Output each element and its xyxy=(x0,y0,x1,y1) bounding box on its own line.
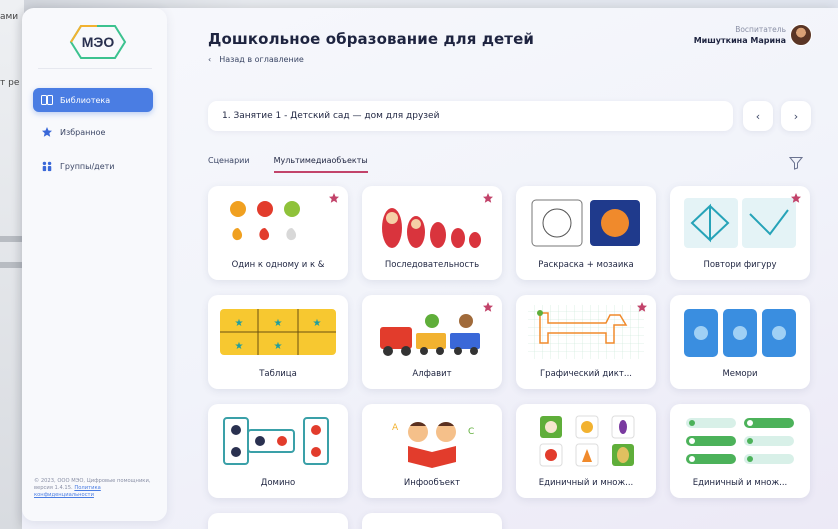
sidebar-item-library[interactable]: Библиотека xyxy=(33,88,153,112)
card-table[interactable]: ★ ★ ★ ★ ★ Таблица xyxy=(208,295,348,389)
card-title: Последовательность xyxy=(384,260,480,270)
table-illustration: ★ ★ ★ ★ ★ xyxy=(220,309,336,355)
filter-icon[interactable] xyxy=(789,156,803,170)
card-single-multiple-2[interactable]: Единичный и множ... xyxy=(670,404,810,498)
tab-multimedia[interactable]: Мультимедиаобъекты xyxy=(273,156,368,173)
favorite-star-icon[interactable] xyxy=(636,301,648,313)
background-text: т ре xyxy=(0,78,20,88)
card-sequence[interactable]: Последовательность xyxy=(362,186,502,280)
page-title: Дошкольное образование для детей xyxy=(208,30,534,48)
card-title: Мемори xyxy=(722,369,758,379)
next-lesson-button[interactable]: › xyxy=(781,101,811,131)
sidebar-item-favorites[interactable]: Избранное xyxy=(33,120,153,144)
sidebar: МЭО Библиотека Избранное Группы/дети © 2… xyxy=(22,8,167,521)
card-title: Повтори фигуру xyxy=(703,260,777,270)
back-link-label: Назад в оглавление xyxy=(219,55,304,64)
svg-text:★: ★ xyxy=(235,341,244,352)
tab-scenarios[interactable]: Сценарии xyxy=(208,156,250,173)
divider xyxy=(38,68,152,69)
chevron-left-icon: ‹ xyxy=(208,55,212,64)
vegetables-illustration xyxy=(539,415,635,467)
back-link[interactable]: ‹ Назад в оглавление xyxy=(208,55,304,64)
memory-cards-illustration xyxy=(684,309,796,357)
svg-text:A: A xyxy=(392,423,399,433)
group-icon xyxy=(41,160,53,172)
user-role: Воспитатель xyxy=(735,25,786,34)
logo[interactable]: МЭО xyxy=(67,24,129,60)
favorite-star-icon[interactable] xyxy=(482,301,494,313)
media-card-partial[interactable] xyxy=(208,513,348,529)
card-title: Графический дикт... xyxy=(540,369,632,379)
card-repeat-figure[interactable]: Повтори фигуру xyxy=(670,186,810,280)
svg-text:★: ★ xyxy=(274,318,283,329)
card-domino[interactable]: Домино xyxy=(208,404,348,498)
card-infoobject[interactable]: A C Инфообъект xyxy=(362,404,502,498)
sidebar-item-groups[interactable]: Группы/дети xyxy=(33,154,153,178)
card-coloring-mosaic[interactable]: Раскраска + мозаика xyxy=(516,186,656,280)
sidebar-item-label: Избранное xyxy=(60,127,106,137)
star-icon xyxy=(41,126,53,138)
lesson-select[interactable]: 1. Занятие 1 - Детский сад — дом для дру… xyxy=(208,101,733,131)
card-title: Раскраска + мозаика xyxy=(538,260,634,270)
svg-text:★: ★ xyxy=(235,318,244,329)
footer: © 2023, ООО МЭО, Цифровые помощники, вер… xyxy=(34,478,159,499)
background-divider xyxy=(0,262,24,268)
card-single-multiple-1[interactable]: Единичный и множ... xyxy=(516,404,656,498)
card-graphic-dictation[interactable]: Графический дикт... xyxy=(516,295,656,389)
domino-illustration xyxy=(223,417,329,465)
svg-text:★: ★ xyxy=(274,341,283,352)
card-title: Единичный и множ... xyxy=(538,478,634,488)
favorite-star-icon[interactable] xyxy=(790,192,802,204)
chevron-left-icon: ‹ xyxy=(755,109,761,123)
sidebar-item-label: Библиотека xyxy=(60,95,111,105)
library-icon xyxy=(41,94,53,106)
card-title: Инфообъект xyxy=(403,478,461,488)
kids-reading-illustration: AC xyxy=(392,422,474,468)
card-title: Единичный и множ... xyxy=(692,478,788,488)
card-one-to-one[interactable]: Один к одному и к & xyxy=(208,186,348,280)
card-title: Алфавит xyxy=(412,369,452,379)
background-divider xyxy=(0,236,24,242)
toggle-bars-illustration xyxy=(686,418,794,464)
prev-lesson-button[interactable]: ‹ xyxy=(743,101,773,131)
favorite-star-icon[interactable] xyxy=(482,192,494,204)
chevron-right-icon: › xyxy=(793,109,799,123)
svg-text:★: ★ xyxy=(313,318,322,329)
logo-text: МЭО xyxy=(81,34,115,50)
tab-bar: Сценарии Мультимедиаобъекты xyxy=(208,156,368,173)
coloring-illustration xyxy=(531,199,640,247)
matryoshka-illustration xyxy=(382,208,481,248)
card-memory[interactable]: Мемори xyxy=(670,295,810,389)
card-title: Один к одному и к & xyxy=(231,260,325,270)
sidebar-item-label: Группы/дети xyxy=(60,161,115,171)
avatar[interactable] xyxy=(790,24,812,46)
favorite-star-icon[interactable] xyxy=(328,192,340,204)
card-title: Домино xyxy=(260,478,296,488)
alphabet-train-illustration xyxy=(380,314,480,356)
graphic-dictation-illustration xyxy=(528,305,644,359)
user-info[interactable]: Воспитатель Мишуткина Марина xyxy=(694,25,786,45)
app-window: МЭО Библиотека Избранное Группы/дети © 2… xyxy=(22,8,838,529)
fruits-illustration xyxy=(230,201,300,241)
repeat-figure-illustration xyxy=(684,198,796,248)
card-alphabet[interactable]: Алфавит xyxy=(362,295,502,389)
media-card-partial[interactable] xyxy=(362,513,502,529)
user-name: Мишуткина Марина xyxy=(693,36,786,45)
svg-text:C: C xyxy=(468,427,474,437)
card-title: Таблица xyxy=(259,369,297,379)
background-text: ами xyxy=(0,12,19,22)
